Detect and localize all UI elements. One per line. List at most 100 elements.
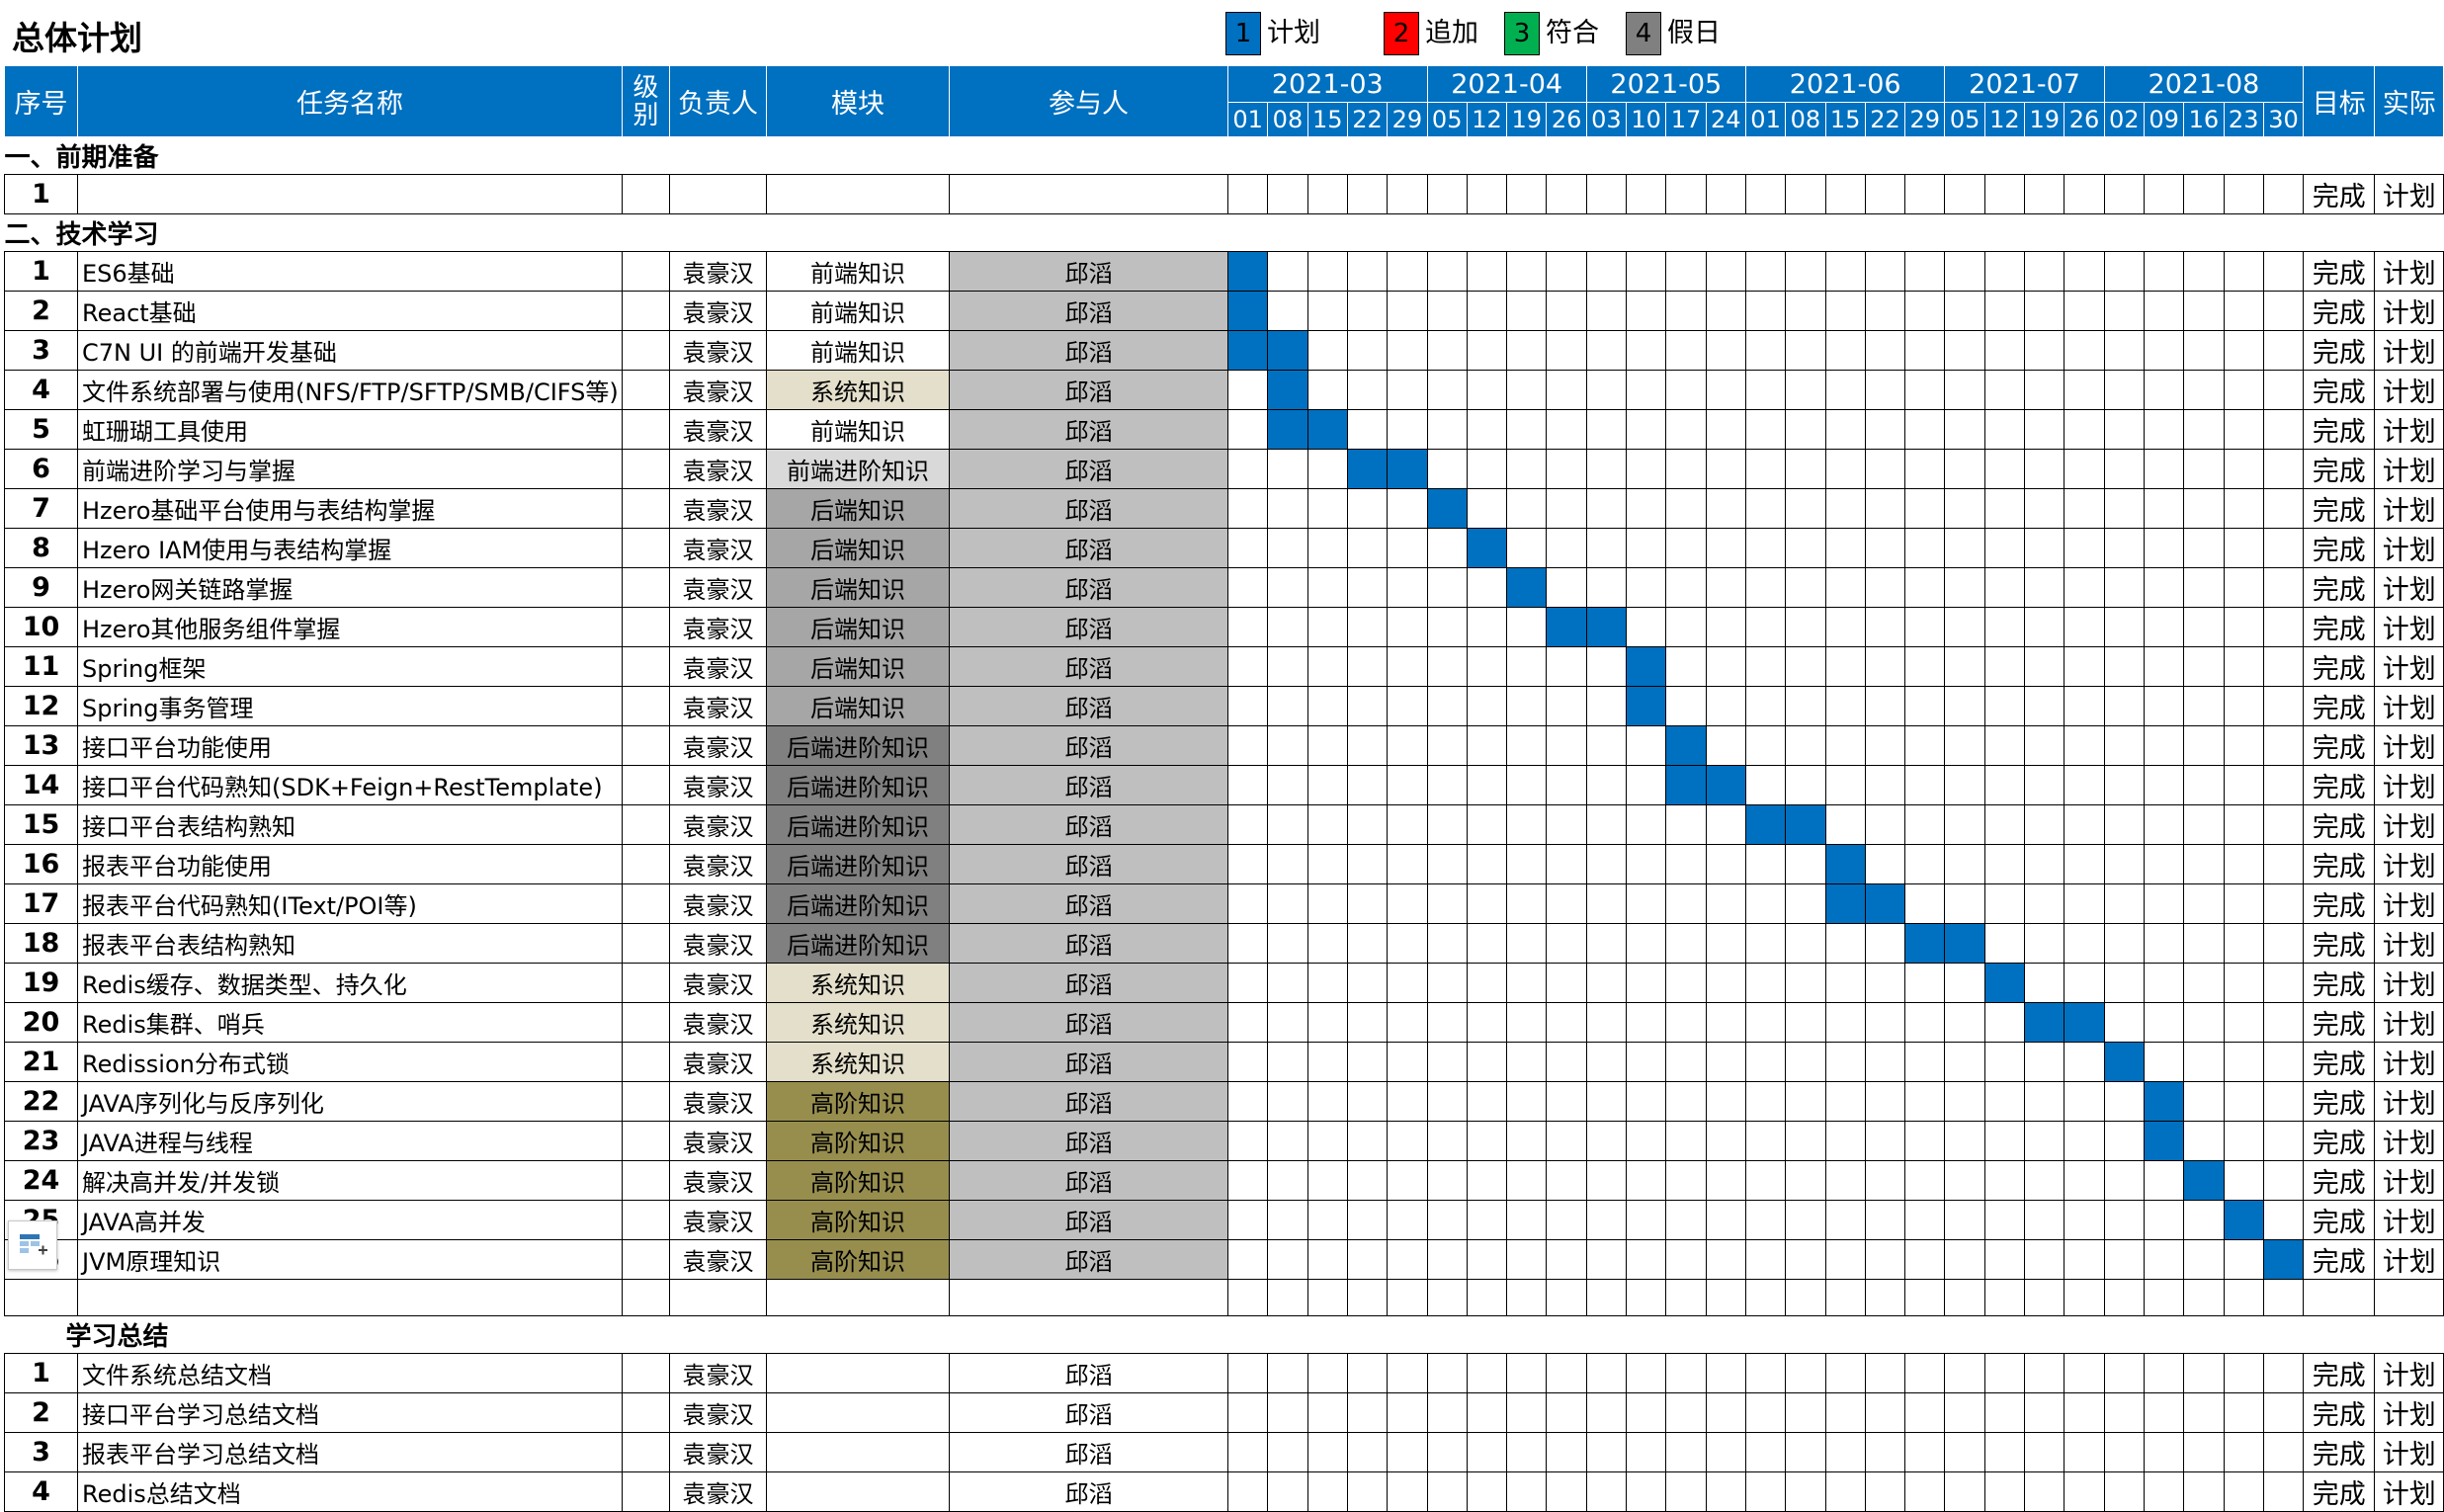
gantt-cell[interactable] <box>1546 409 1587 450</box>
cell-owner[interactable]: 袁豪汉 <box>669 765 767 805</box>
gantt-cell[interactable] <box>1785 923 1826 964</box>
gantt-cell[interactable] <box>2183 1121 2225 1161</box>
cell-owner[interactable]: 袁豪汉 <box>669 409 767 450</box>
gantt-cell[interactable] <box>1824 409 1866 450</box>
gantt-cell[interactable] <box>1585 883 1628 924</box>
gantt-cell[interactable] <box>1585 923 1628 964</box>
gantt-cell[interactable] <box>1944 1353 1985 1393</box>
gantt-cell[interactable] <box>1665 1200 1707 1240</box>
cell-module[interactable]: 高阶知识 <box>766 1200 950 1240</box>
gantt-cell[interactable] <box>2183 844 2225 884</box>
cell-participant[interactable]: 邱滔 <box>949 963 1228 1003</box>
cell-level[interactable] <box>622 1200 670 1240</box>
cell-task[interactable]: 报表平台代码熟知(IText/POI等) <box>77 883 623 924</box>
gantt-cell[interactable] <box>1306 1042 1348 1082</box>
gantt-cell[interactable] <box>1267 1081 1308 1122</box>
gantt-cell[interactable] <box>2262 1121 2305 1161</box>
gantt-cell[interactable] <box>1824 686 1866 726</box>
gantt-cell[interactable] <box>2143 1160 2185 1201</box>
gantt-cell[interactable] <box>1705 923 1746 964</box>
gantt-cell[interactable] <box>1904 1239 1946 1280</box>
gantt-cell[interactable] <box>1983 804 2026 845</box>
gantt-cell[interactable] <box>1387 765 1428 805</box>
table-row[interactable]: 21 Redission分布式锁 袁豪汉 系统知识 邱滔 完成 计划 <box>4 1042 2444 1082</box>
cell-task[interactable]: JAVA进程与线程 <box>77 1121 623 1161</box>
cell-actual[interactable]: 计划 <box>2374 370 2444 410</box>
gantt-bar[interactable] <box>2223 1200 2264 1240</box>
gantt-cell[interactable] <box>1346 1081 1389 1122</box>
gantt-cell[interactable] <box>1306 1002 1348 1043</box>
table-row[interactable]: 1 完成 计划 <box>4 174 2444 214</box>
gantt-cell[interactable] <box>2143 1392 2185 1433</box>
cell-actual[interactable] <box>2374 1279 2444 1316</box>
gantt-cell[interactable] <box>1944 607 1985 647</box>
gantt-cell[interactable] <box>1744 1471 1787 1512</box>
gantt-cell[interactable] <box>2103 370 2145 410</box>
gantt-cell[interactable] <box>1904 844 1946 884</box>
gantt-cell[interactable] <box>2223 1002 2264 1043</box>
gantt-cell[interactable] <box>2103 765 2145 805</box>
cell-target[interactable]: 完成 <box>2303 251 2376 292</box>
gantt-cell[interactable] <box>1267 963 1308 1003</box>
cell-actual[interactable]: 计划 <box>2374 1042 2444 1082</box>
gantt-cell[interactable] <box>1824 1353 1866 1393</box>
cell-owner[interactable]: 袁豪汉 <box>669 923 767 964</box>
gantt-cell[interactable] <box>1744 646 1787 687</box>
cell-participant[interactable]: 邱滔 <box>949 291 1228 331</box>
table-row[interactable]: 22 JAVA序列化与反序列化 袁豪汉 高阶知识 邱滔 完成 计划 <box>4 1081 2444 1122</box>
gantt-cell[interactable] <box>1983 1121 2026 1161</box>
gantt-cell[interactable] <box>1864 370 1906 410</box>
cell-seq[interactable]: 13 <box>4 725 78 766</box>
gantt-cell[interactable] <box>1626 1200 1667 1240</box>
cell-task[interactable]: 接口平台功能使用 <box>77 725 623 766</box>
cell-level[interactable] <box>622 765 670 805</box>
gantt-cell[interactable] <box>1744 409 1787 450</box>
gantt-cell[interactable] <box>2262 1392 2305 1433</box>
gantt-cell[interactable] <box>2024 1042 2065 1082</box>
gantt-cell[interactable] <box>1904 646 1946 687</box>
gantt-cell[interactable] <box>1705 1392 1746 1433</box>
cell-level[interactable] <box>622 449 670 489</box>
gantt-cell[interactable] <box>1546 1042 1587 1082</box>
cell-actual[interactable]: 计划 <box>2374 1353 2444 1393</box>
gantt-cell[interactable] <box>2103 1200 2145 1240</box>
gantt-cell[interactable] <box>2064 607 2105 647</box>
cell-task[interactable]: 前端进阶学习与掌握 <box>77 449 623 489</box>
gantt-cell[interactable] <box>1983 1279 2026 1316</box>
cell-level[interactable] <box>622 883 670 924</box>
gantt-cell[interactable] <box>1705 725 1746 766</box>
gantt-cell[interactable] <box>1426 1121 1468 1161</box>
gantt-cell[interactable] <box>1546 449 1587 489</box>
gantt-cell[interactable] <box>1546 488 1587 529</box>
gantt-cell[interactable] <box>1466 330 1508 371</box>
cell-owner[interactable]: 袁豪汉 <box>669 449 767 489</box>
gantt-cell[interactable] <box>1904 607 1946 647</box>
gantt-cell[interactable] <box>2143 725 2185 766</box>
gantt-cell[interactable] <box>2064 174 2105 214</box>
cell-seq[interactable]: 10 <box>4 607 78 647</box>
gantt-cell[interactable] <box>1306 251 1348 292</box>
gantt-cell[interactable] <box>1306 607 1348 647</box>
gantt-cell[interactable] <box>2143 765 2185 805</box>
gantt-cell[interactable] <box>1904 528 1946 568</box>
gantt-cell[interactable] <box>1864 251 1906 292</box>
cell-seq[interactable]: 12 <box>4 686 78 726</box>
gantt-cell[interactable] <box>1387 1239 1428 1280</box>
cell-target[interactable]: 完成 <box>2303 923 2376 964</box>
gantt-cell[interactable] <box>1944 963 1985 1003</box>
gantt-cell[interactable] <box>1546 528 1587 568</box>
gantt-bar[interactable] <box>1346 449 1389 489</box>
gantt-cell[interactable] <box>1306 1471 1348 1512</box>
cell-seq[interactable]: 3 <box>4 330 78 371</box>
gantt-cell[interactable] <box>1864 409 1906 450</box>
gantt-cell[interactable] <box>1904 963 1946 1003</box>
gantt-bar[interactable] <box>1546 607 1587 647</box>
gantt-cell[interactable] <box>2064 1279 2105 1316</box>
gantt-cell[interactable] <box>2103 409 2145 450</box>
gantt-cell[interactable] <box>1585 1081 1628 1122</box>
cell-task[interactable]: JAVA高并发 <box>77 1200 623 1240</box>
table-row[interactable]: 25JAVA高并发袁豪汉高阶知识邱滔完成计划 <box>4 1200 2444 1240</box>
gantt-cell[interactable] <box>1785 686 1826 726</box>
gantt-cell[interactable] <box>1387 607 1428 647</box>
cell-task[interactable]: 文件系统总结文档 <box>77 1353 623 1393</box>
